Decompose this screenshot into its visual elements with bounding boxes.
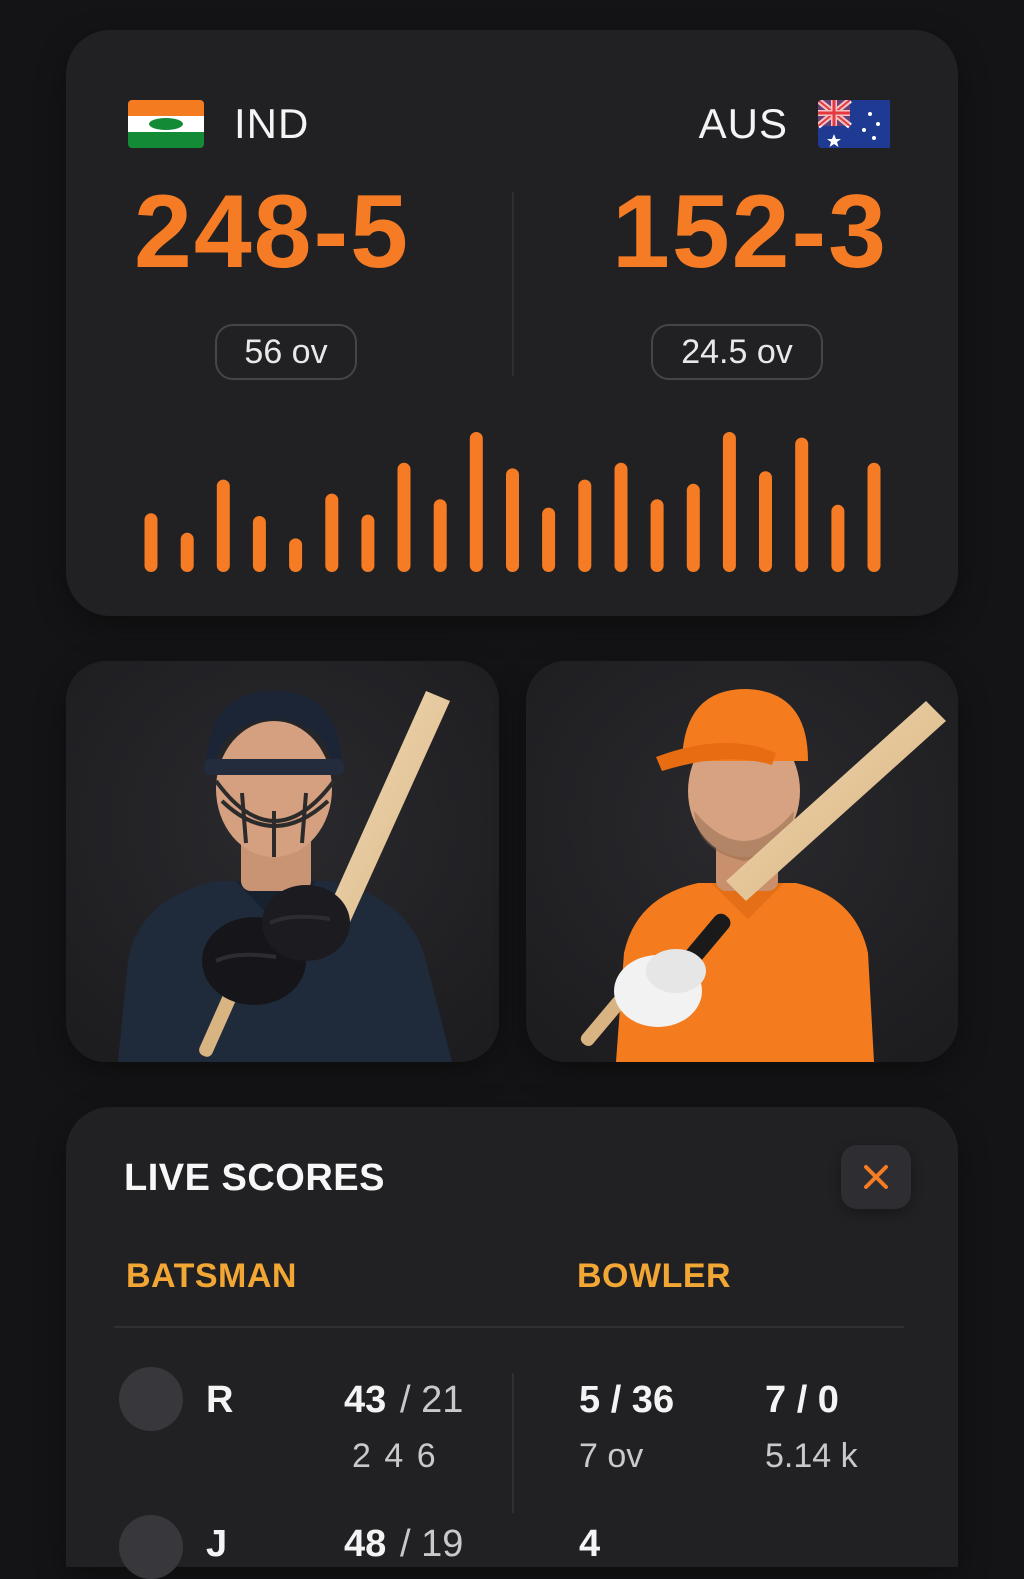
live-scores-title: LIVE SCORES	[124, 1157, 385, 1199]
team-left-score: 248-5	[134, 174, 410, 290]
bowler-figures: 4	[579, 1523, 601, 1565]
avatar	[119, 1515, 183, 1579]
close-icon	[864, 1165, 888, 1189]
run-rate-bar	[289, 538, 303, 572]
team-right-overs: 24.5 ov	[651, 324, 823, 380]
run-rate-bar	[578, 479, 592, 572]
score-divider	[512, 192, 514, 376]
team-right-score: 152-3	[612, 174, 888, 290]
team-right: AUS	[699, 100, 894, 148]
run-rate-bar	[325, 493, 339, 572]
bowler-heading: BOWLER	[577, 1257, 732, 1295]
run-rate-bar	[252, 516, 266, 572]
australia-flag-icon	[818, 100, 894, 148]
run-rate-bar	[506, 468, 519, 572]
run-rate-bar	[831, 504, 845, 572]
batsman-name: R	[206, 1379, 234, 1421]
run-rate-bar	[433, 499, 447, 572]
team-left-overs: 56 ov	[215, 324, 357, 380]
column-divider	[512, 1373, 514, 1513]
bowler-image	[526, 661, 958, 1062]
run-rate-bar	[469, 432, 483, 572]
close-button[interactable]	[841, 1145, 911, 1209]
run-rate-bar	[867, 462, 881, 572]
run-rate-bar-chart	[144, 432, 881, 572]
run-rate-bar	[216, 479, 230, 572]
run-rate-bar	[542, 507, 556, 572]
team-right-name: AUS	[698, 100, 788, 147]
bowler-extras: 7 / 0	[765, 1379, 839, 1421]
run-rate-bar	[759, 471, 772, 572]
india-flag-icon	[128, 100, 204, 148]
batsman-runs: 48	[344, 1523, 387, 1565]
run-rate-bar	[397, 462, 411, 572]
bowler-economy: 5.14 k	[765, 1437, 858, 1475]
live-scores-card: LIVE SCORES BATSMAN BOWLER R 43 / 21 2 4…	[66, 1107, 958, 1579]
run-rate-bar	[180, 532, 194, 572]
run-rate-bar	[795, 437, 809, 572]
bowler-card[interactable]	[526, 661, 958, 1062]
score-card: IND AUS 248-5 152-3 56 ov 24.5 ov	[66, 30, 958, 616]
batsman-card[interactable]	[66, 661, 499, 1062]
batsman-balls: / 19	[400, 1523, 464, 1565]
run-rate-bar	[361, 514, 375, 572]
run-rate-bar	[614, 462, 628, 572]
batsman-name: J	[206, 1523, 228, 1565]
batsman-heading: BATSMAN	[126, 1257, 297, 1295]
bowler-figures: 5 / 36	[579, 1379, 675, 1421]
avatar	[119, 1367, 183, 1431]
batsman-runs: 43	[344, 1379, 387, 1421]
run-rate-bar	[144, 513, 158, 572]
run-rate-bar	[722, 432, 736, 572]
team-left: IND	[128, 100, 309, 148]
header-divider	[114, 1326, 904, 1328]
run-rate-bar	[650, 499, 664, 572]
batsman-image	[66, 661, 499, 1062]
team-left-name: IND	[234, 100, 310, 147]
batsman-boundaries: 2 4 6	[352, 1437, 438, 1475]
run-rate-bar	[686, 483, 700, 572]
batsman-balls: / 21	[400, 1379, 464, 1421]
bowler-overs: 7 ov	[579, 1437, 644, 1475]
